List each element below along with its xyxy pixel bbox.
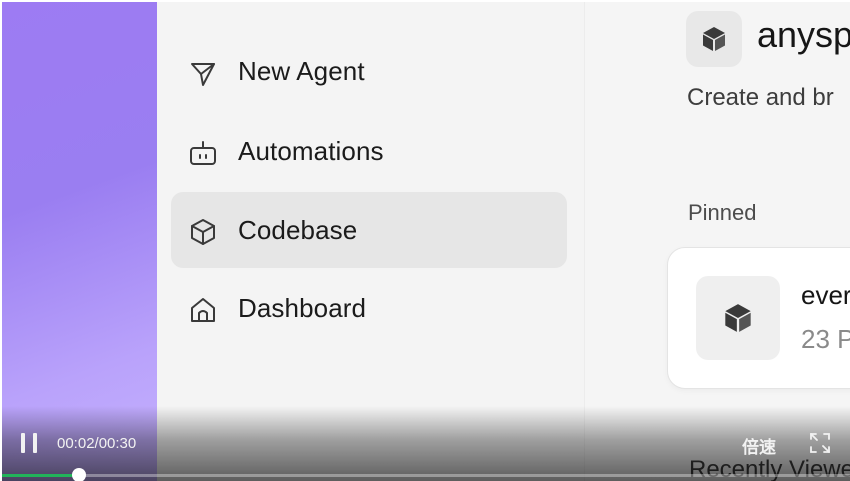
sidebar-item-label: New Agent — [238, 55, 365, 86]
main-panel: anysp Create and br Pinned ever 23 P Rec… — [584, 2, 850, 481]
sidebar-item-codebase[interactable]: Codebase — [171, 192, 567, 268]
sidebar: New Agent Automations Codebase Dashboard — [157, 2, 584, 481]
send-icon — [188, 58, 218, 88]
playback-time: 00:02/00:30 — [57, 435, 137, 452]
background-gradient-strip — [2, 2, 157, 481]
sidebar-item-dashboard[interactable]: Dashboard — [171, 270, 567, 346]
sidebar-item-new-agent[interactable]: New Agent — [171, 33, 567, 109]
pause-button[interactable] — [19, 432, 41, 454]
pause-bar — [33, 433, 37, 453]
cube-icon — [188, 217, 218, 247]
repo-avatar — [686, 11, 742, 67]
cube-icon — [725, 304, 751, 332]
progress-bar[interactable] — [2, 468, 850, 481]
robot-icon — [188, 138, 218, 168]
repo-description: Create and br — [687, 84, 834, 111]
sidebar-item-label: Dashboard — [238, 292, 367, 323]
sidebar-item-automations[interactable]: Automations — [171, 113, 567, 189]
pinned-heading: Pinned — [688, 200, 757, 225]
app-window: New Agent Automations Codebase Dashboard… — [2, 2, 850, 481]
card-title: ever — [801, 280, 850, 310]
pause-bar — [21, 433, 25, 453]
cube-icon — [703, 27, 725, 51]
repo-title: anysp — [757, 14, 850, 55]
home-icon — [188, 295, 218, 325]
fullscreen-icon[interactable] — [808, 431, 832, 455]
pinned-repo-card[interactable]: ever 23 P — [667, 247, 850, 389]
sidebar-item-label: Automations — [238, 135, 384, 166]
progress-handle[interactable] — [71, 468, 86, 481]
card-avatar — [696, 276, 780, 360]
card-meta: 23 P — [801, 324, 850, 354]
playback-speed-button[interactable]: 倍速 — [742, 433, 776, 458]
progress-fill — [2, 474, 79, 477]
sidebar-item-label: Codebase — [238, 214, 358, 245]
recently-viewed-heading: Recently Viewe — [689, 456, 850, 481]
